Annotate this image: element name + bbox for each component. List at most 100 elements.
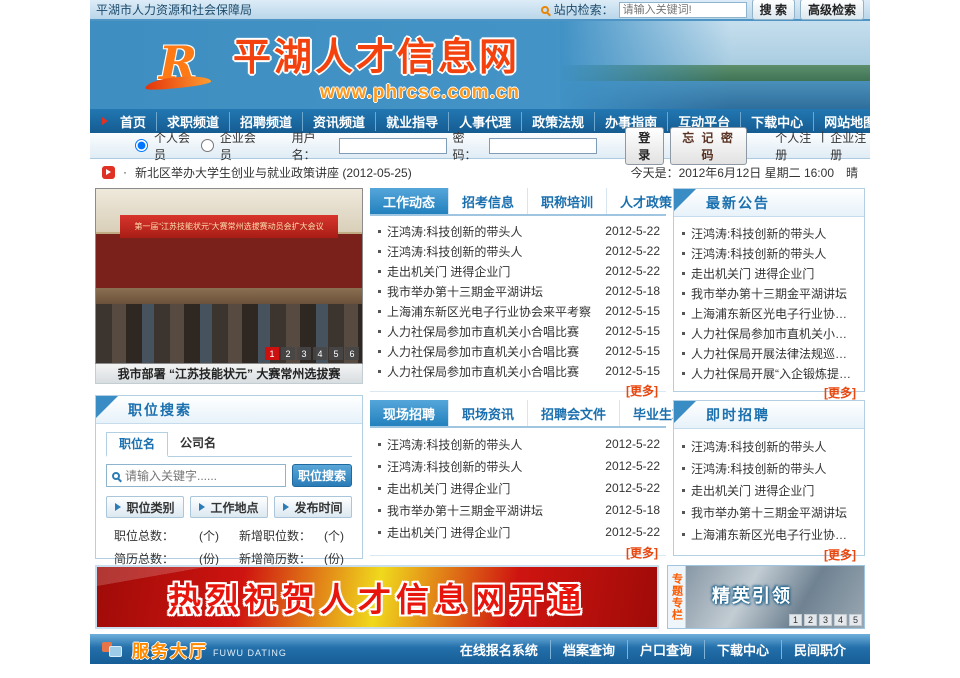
announcement-link[interactable]: 人力社保局开展法律法规巡回培训 bbox=[691, 345, 858, 362]
special-column-label[interactable]: 专题专栏 bbox=[668, 566, 686, 628]
job-filter-button[interactable]: 工作地点 bbox=[190, 496, 268, 518]
bullet-icon bbox=[378, 330, 381, 333]
login-button[interactable]: 登 录 bbox=[625, 127, 664, 165]
company-member-radio[interactable] bbox=[201, 139, 214, 152]
announcements-title: 最新公告 bbox=[706, 193, 770, 213]
news-date: 2012-5-22 bbox=[598, 481, 660, 495]
news-tab[interactable]: 职场资讯 bbox=[449, 400, 528, 426]
forgot-password-button[interactable]: 忘 记 密 码 bbox=[670, 127, 747, 165]
announcement-link[interactable]: 我市举办第十三期金平湖讲坛 bbox=[691, 285, 858, 302]
more-link[interactable]: [更多] bbox=[626, 384, 658, 398]
photo-page-button[interactable]: 2 bbox=[281, 347, 295, 360]
personal-register-link[interactable]: 个人注册 bbox=[775, 129, 815, 163]
announcement-ticker: · 新北区举办大学生创业与就业政策讲座 (2012-05-25) 今天是：201… bbox=[90, 159, 870, 185]
news-date: 2012-5-18 bbox=[598, 503, 660, 517]
photo-page-button[interactable]: 6 bbox=[345, 347, 359, 360]
nav-item[interactable]: 政策法规 bbox=[521, 112, 594, 131]
job-filters: 职位类别 工作地点 发布时间 bbox=[106, 496, 352, 518]
news-link[interactable]: 人力社保局参加市直机关小合唱比赛 bbox=[387, 343, 592, 360]
news-item: 走出机关门 进得企业门 2012-5-22 bbox=[378, 261, 660, 281]
job-filter-button[interactable]: 发布时间 bbox=[274, 496, 352, 518]
photo-page-button[interactable]: 3 bbox=[297, 347, 311, 360]
news-item: 走出机关门 进得企业门 2012-5-22 bbox=[378, 477, 660, 499]
announcement-link[interactable]: 汪鸿涛:科技创新的带头人 bbox=[691, 225, 858, 242]
news-tab[interactable]: 招考信息 bbox=[449, 188, 528, 214]
service-link[interactable]: 户口查询 bbox=[627, 640, 704, 659]
news-tab[interactable]: 职称培训 bbox=[528, 188, 607, 214]
photo-caption[interactable]: 我市部署 “江苏技能状元” 大赛常州选拔赛 bbox=[95, 364, 363, 384]
news-link[interactable]: 汪鸿涛:科技创新的带头人 bbox=[387, 458, 592, 475]
service-hall-title[interactable]: 服务大厅 bbox=[132, 637, 208, 662]
news-link[interactable]: 走出机关门 进得企业门 bbox=[387, 480, 592, 497]
news-link[interactable]: 人力社保局参加市直机关小合唱比赛 bbox=[387, 323, 592, 340]
news-link[interactable]: 汪鸿涛:科技创新的带头人 bbox=[387, 223, 592, 240]
job-filter-button[interactable]: 职位类别 bbox=[106, 496, 184, 518]
news-link[interactable]: 走出机关门 进得企业门 bbox=[387, 263, 592, 280]
news-link[interactable]: 人力社保局参加市直机关小合唱比赛 bbox=[387, 363, 592, 380]
news-item: 人力社保局参加市直机关小合唱比赛 2012-5-15 bbox=[378, 341, 660, 361]
service-link[interactable]: 民间职介 bbox=[781, 640, 858, 659]
announcement-link[interactable]: 人力社保局开展“入企锻炼提素质” bbox=[691, 365, 858, 382]
announcement-link[interactable]: 汪鸿涛:科技创新的带头人 bbox=[691, 245, 858, 262]
advanced-search-button[interactable]: 高级检索 bbox=[800, 0, 864, 20]
search-button[interactable]: 搜 索 bbox=[752, 0, 795, 20]
ticker-announcement-link[interactable]: 新北区举办大学生创业与就业政策讲座 (2012-05-25) bbox=[135, 164, 412, 181]
personal-member-radio[interactable] bbox=[135, 139, 148, 152]
site-title: 平湖人才信息网 bbox=[233, 26, 520, 81]
news-tab[interactable]: 招聘会文件 bbox=[528, 400, 620, 426]
nav-item[interactable]: 首页 bbox=[110, 112, 156, 131]
news-photo[interactable]: 第一届“江苏技能状元”大赛常州选拔赛动员会扩大会议 123456 bbox=[95, 188, 363, 364]
job-link[interactable]: 走出机关门 进得企业门 bbox=[691, 482, 858, 499]
list-item: 汪鸿涛:科技创新的带头人 bbox=[682, 457, 858, 479]
banner-page-button[interactable]: 3 bbox=[819, 614, 832, 626]
company-register-link[interactable]: 企业注册 bbox=[830, 129, 870, 163]
special-banner-title[interactable]: 精英引领 bbox=[712, 582, 792, 608]
username-input[interactable] bbox=[339, 138, 447, 154]
news-link[interactable]: 上海浦东新区光电子行业协会来平考察 bbox=[387, 303, 592, 320]
job-search-tab[interactable]: 职位名 bbox=[106, 432, 168, 457]
more-link[interactable]: [更多] bbox=[824, 386, 856, 400]
news-tab[interactable]: 工作动态 bbox=[370, 188, 449, 214]
banner-page-button[interactable]: 1 bbox=[789, 614, 802, 626]
photo-page-button[interactable]: 5 bbox=[329, 347, 343, 360]
news-link[interactable]: 我市举办第十三期金平湖讲坛 bbox=[387, 283, 592, 300]
service-link[interactable]: 档案查询 bbox=[550, 640, 627, 659]
photo-page-button[interactable]: 1 bbox=[265, 347, 279, 360]
password-input[interactable] bbox=[489, 138, 597, 154]
photo-page-button[interactable]: 4 bbox=[313, 347, 327, 360]
site-search-input[interactable] bbox=[619, 2, 747, 18]
keyword-input[interactable] bbox=[125, 469, 280, 483]
announcement-link[interactable]: 上海浦东新区光电子行业协会来平考 bbox=[691, 305, 858, 322]
company-member-label[interactable]: 企业会员 bbox=[220, 129, 261, 163]
personal-member-label[interactable]: 个人会员 bbox=[154, 129, 195, 163]
site-logo-icon[interactable]: R bbox=[145, 42, 211, 88]
more-link[interactable]: [更多] bbox=[626, 546, 658, 560]
special-banner-photo[interactable]: 精英引领 12345 bbox=[686, 566, 864, 628]
announcement-link[interactable]: 人力社保局参加市直机关小合唱比赛 bbox=[691, 325, 858, 342]
bullet-icon bbox=[682, 252, 685, 255]
banner-page-button[interactable]: 4 bbox=[834, 614, 847, 626]
news-link[interactable]: 汪鸿涛:科技创新的带头人 bbox=[387, 243, 592, 260]
service-link[interactable]: 在线报名系统 bbox=[448, 640, 550, 659]
instant-jobs-title: 即时招聘 bbox=[706, 405, 770, 425]
news-link[interactable]: 我市举办第十三期金平湖讲坛 bbox=[387, 502, 592, 519]
nav-item[interactable]: 就业指导 bbox=[375, 112, 448, 131]
news-link[interactable]: 汪鸿涛:科技创新的带头人 bbox=[387, 436, 592, 453]
news-link[interactable]: 走出机关门 进得企业门 bbox=[387, 524, 592, 541]
site-url: www.phrcsc.com.cn bbox=[320, 82, 520, 104]
celebration-banner[interactable]: 热烈祝贺人才信息网开通 bbox=[95, 565, 659, 629]
bullet-icon bbox=[378, 310, 381, 313]
banner-page-button[interactable]: 5 bbox=[849, 614, 862, 626]
banner-page-button[interactable]: 2 bbox=[804, 614, 817, 626]
job-search-tab[interactable]: 公司名 bbox=[168, 432, 228, 456]
job-search-button[interactable]: 职位搜索 bbox=[292, 464, 352, 487]
job-search-panel: 职位搜索 职位名公司名 职位搜索 bbox=[95, 395, 363, 559]
job-link[interactable]: 汪鸿涛:科技创新的带头人 bbox=[691, 438, 858, 455]
news-tab[interactable]: 现场招聘 bbox=[370, 400, 449, 426]
job-link[interactable]: 汪鸿涛:科技创新的带头人 bbox=[691, 460, 858, 477]
job-link[interactable]: 我市举办第十三期金平湖讲坛 bbox=[691, 504, 858, 521]
service-link[interactable]: 下载中心 bbox=[704, 640, 781, 659]
job-link[interactable]: 上海浦东新区光电子行业协会来平考 bbox=[691, 526, 858, 543]
more-link[interactable]: [更多] bbox=[824, 548, 856, 562]
announcement-link[interactable]: 走出机关门 进得企业门 bbox=[691, 265, 858, 282]
